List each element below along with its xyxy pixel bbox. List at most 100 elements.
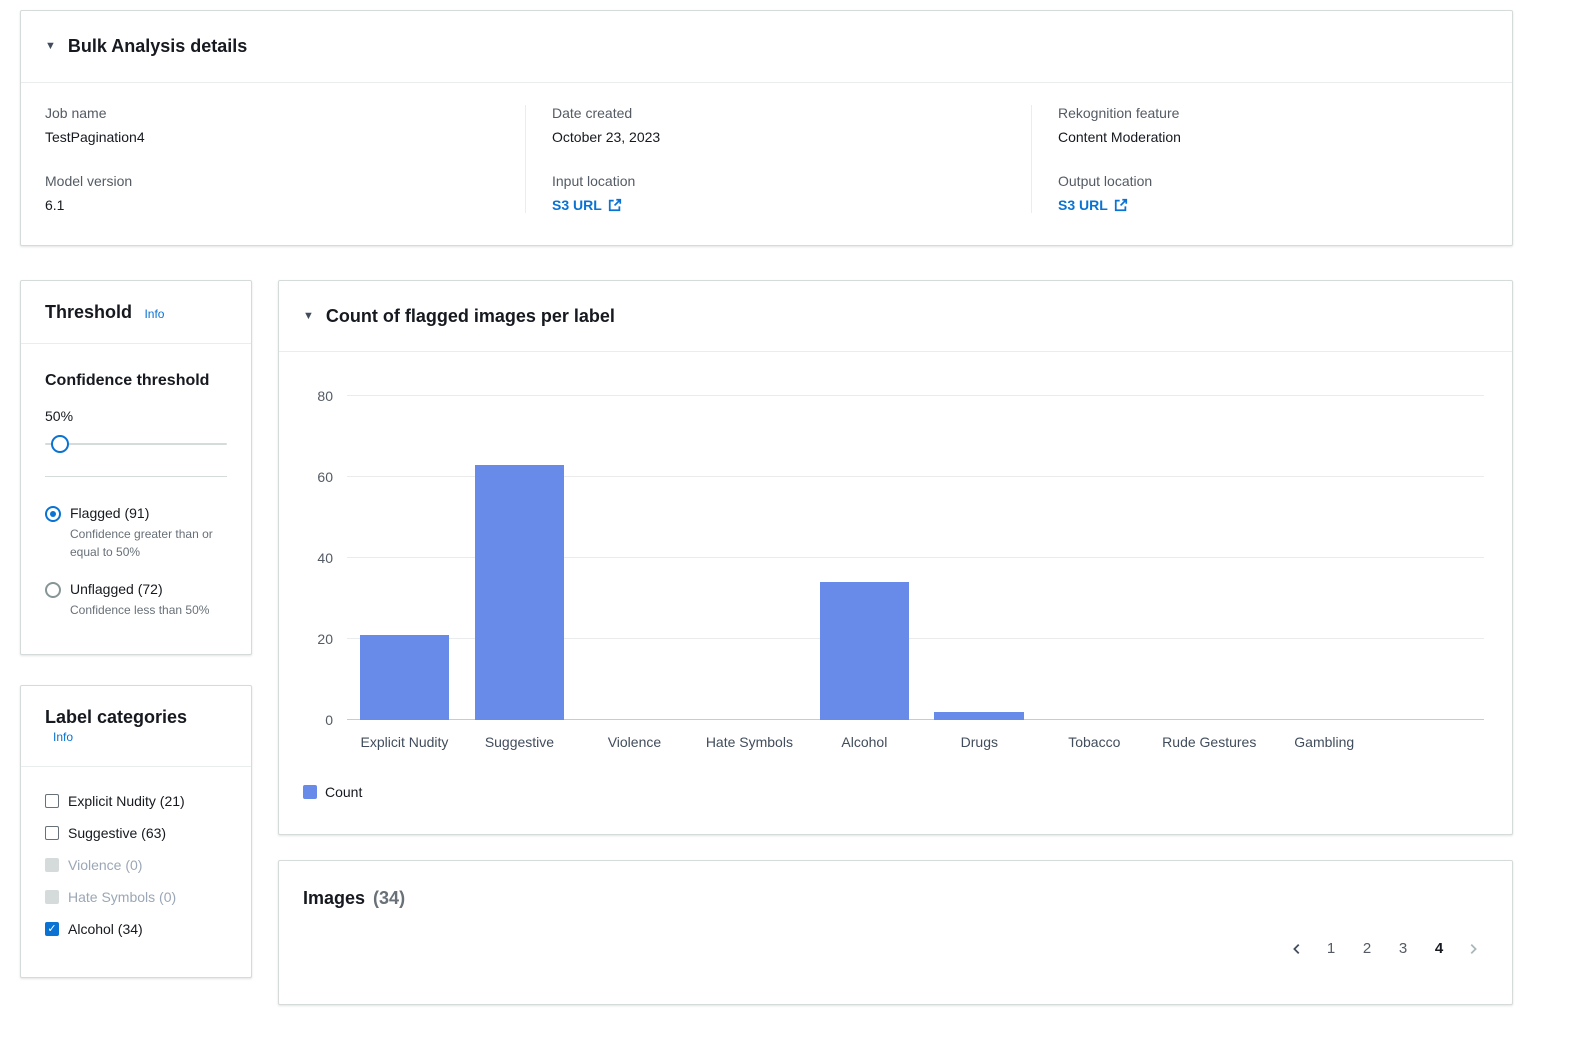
checkbox-alcohol[interactable]: ✓ Alcohol (34)	[45, 921, 227, 937]
bar-explicit-nudity[interactable]	[360, 635, 450, 720]
checkbox-icon: ✓	[45, 794, 59, 808]
chart-plot-area: 80 60 40 20 0	[347, 396, 1484, 720]
main-column: ▼ Count of flagged images per label 80 6…	[278, 280, 1513, 1005]
x-label: Alcohol	[807, 734, 922, 750]
checkbox-violence: ✓ Violence (0)	[45, 857, 227, 873]
checkbox-suggestive[interactable]: ✓ Suggestive (63)	[45, 825, 227, 841]
field-value: 6.1	[45, 197, 501, 213]
radio-flagged-label: Flagged (91)	[70, 505, 227, 521]
details-panel-title: Bulk Analysis details	[68, 35, 247, 58]
checkbox-label: Alcohol (34)	[68, 921, 143, 937]
bar-chart: 80 60 40 20 0	[279, 352, 1512, 834]
bulk-analysis-page: ▼ Bulk Analysis details Job name TestPag…	[0, 0, 1533, 1005]
checkbox-label: Suggestive (63)	[68, 825, 166, 841]
threshold-panel-header: Threshold Info	[21, 281, 251, 345]
field-value: October 23, 2023	[552, 129, 1007, 145]
pagination-page-1[interactable]: 1	[1314, 934, 1348, 964]
chart-panel: ▼ Count of flagged images per label 80 6…	[278, 280, 1513, 836]
threshold-info-link[interactable]: Info	[144, 307, 164, 321]
field-label: Output location	[1058, 173, 1464, 189]
confidence-threshold-slider[interactable]	[45, 434, 227, 454]
field-label: Input location	[552, 173, 1007, 189]
external-link-icon	[608, 198, 622, 212]
field-label: Model version	[45, 173, 501, 189]
field-value: TestPagination4	[45, 129, 501, 145]
radio-flagged-description: Confidence greater than or equal to 50%	[70, 526, 227, 561]
images-count-badge: (34)	[373, 888, 405, 909]
details-grid: Job name TestPagination4 Model version 6…	[21, 83, 1512, 245]
radio-flagged[interactable]: Flagged (91) Confidence greater than or …	[45, 505, 227, 561]
external-link-icon	[1114, 198, 1128, 212]
x-label: Suggestive	[462, 734, 577, 750]
checkbox-icon: ✓	[45, 922, 59, 936]
x-label: Violence	[577, 734, 692, 750]
pagination-previous-button[interactable]	[1282, 934, 1312, 964]
details-panel-header[interactable]: ▼ Bulk Analysis details	[21, 11, 1512, 83]
field-date-created: Date created October 23, 2023	[552, 105, 1007, 145]
checkbox-label: Hate Symbols (0)	[68, 889, 176, 905]
chart-panel-title: Count of flagged images per label	[326, 305, 615, 328]
slider-handle[interactable]	[51, 435, 69, 453]
checkbox-icon: ✓	[45, 826, 59, 840]
checkbox-explicit-nudity[interactable]: ✓ Explicit Nudity (21)	[45, 793, 227, 809]
x-label: Rude Gestures	[1152, 734, 1267, 750]
slider-divider	[45, 476, 227, 477]
x-label: Hate Symbols	[692, 734, 807, 750]
images-pagination: 1 2 3 4	[303, 934, 1488, 964]
details-column-2: Date created October 23, 2023 Input loca…	[525, 105, 1031, 213]
threshold-panel: Threshold Info Confidence threshold 50%	[20, 280, 252, 655]
field-output-location: Output location S3 URL	[1058, 173, 1464, 213]
threshold-panel-title: Threshold	[45, 302, 132, 322]
chevron-right-icon	[1466, 942, 1480, 956]
field-label: Job name	[45, 105, 501, 121]
radio-icon	[45, 582, 61, 598]
bar-drugs[interactable]	[934, 712, 1024, 720]
x-label: Drugs	[922, 734, 1037, 750]
label-categories-list: ✓ Explicit Nudity (21) ✓ Suggestive (63)…	[21, 767, 251, 977]
x-label: Gambling	[1267, 734, 1382, 750]
checkbox-label: Explicit Nudity (21)	[68, 793, 185, 809]
flagged-radio-group: Flagged (91) Confidence greater than or …	[45, 505, 227, 619]
output-location-s3-link[interactable]: S3 URL	[1058, 197, 1128, 213]
chart-legend-item-count[interactable]: Count	[303, 784, 1484, 800]
field-value: Content Moderation	[1058, 129, 1464, 145]
s3-link-label: S3 URL	[1058, 197, 1108, 213]
field-label: Date created	[552, 105, 1007, 121]
slider-track[interactable]	[45, 443, 227, 445]
field-label: Rekognition feature	[1058, 105, 1464, 121]
checkbox-hate-symbols: ✓ Hate Symbols (0)	[45, 889, 227, 905]
images-panel-title: Images	[303, 887, 365, 910]
pagination-page-4-current[interactable]: 4	[1422, 934, 1456, 964]
confidence-threshold-label: Confidence threshold	[45, 370, 227, 392]
x-label: Tobacco	[1037, 734, 1152, 750]
pagination-page-3[interactable]: 3	[1386, 934, 1420, 964]
pagination-next-button	[1458, 934, 1488, 964]
checkbox-label: Violence (0)	[68, 857, 142, 873]
collapse-caret-icon[interactable]: ▼	[303, 310, 314, 322]
field-rekognition-feature: Rekognition feature Content Moderation	[1058, 105, 1464, 145]
y-tick-label: 20	[317, 631, 333, 647]
chart-panel-header[interactable]: ▼ Count of flagged images per label	[279, 281, 1512, 353]
legend-swatch-icon	[303, 785, 317, 799]
label-categories-panel-header: Label categories Info	[21, 686, 251, 768]
bar-suggestive[interactable]	[475, 465, 565, 720]
details-column-1: Job name TestPagination4 Model version 6…	[45, 105, 525, 213]
threshold-panel-body: Confidence threshold 50% Flagged (91) Co…	[21, 344, 251, 654]
legend-label: Count	[325, 784, 362, 800]
input-location-s3-link[interactable]: S3 URL	[552, 197, 622, 213]
bar-alcohol[interactable]	[820, 582, 910, 720]
s3-link-label: S3 URL	[552, 197, 602, 213]
confidence-threshold-value: 50%	[45, 408, 227, 424]
field-model-version: Model version 6.1	[45, 173, 501, 213]
field-input-location: Input location S3 URL	[552, 173, 1007, 213]
x-label: Explicit Nudity	[347, 734, 462, 750]
radio-unflagged[interactable]: Unflagged (72) Confidence less than 50%	[45, 581, 227, 619]
collapse-caret-icon[interactable]: ▼	[45, 40, 56, 52]
chart-bars	[347, 396, 1382, 720]
label-categories-panel: Label categories Info ✓ Explicit Nudity …	[20, 685, 252, 979]
label-categories-info-link[interactable]: Info	[53, 730, 73, 744]
filters-sidebar: Threshold Info Confidence threshold 50%	[20, 280, 252, 979]
y-tick-label: 80	[317, 388, 333, 404]
pagination-page-2[interactable]: 2	[1350, 934, 1384, 964]
radio-icon	[45, 506, 61, 522]
